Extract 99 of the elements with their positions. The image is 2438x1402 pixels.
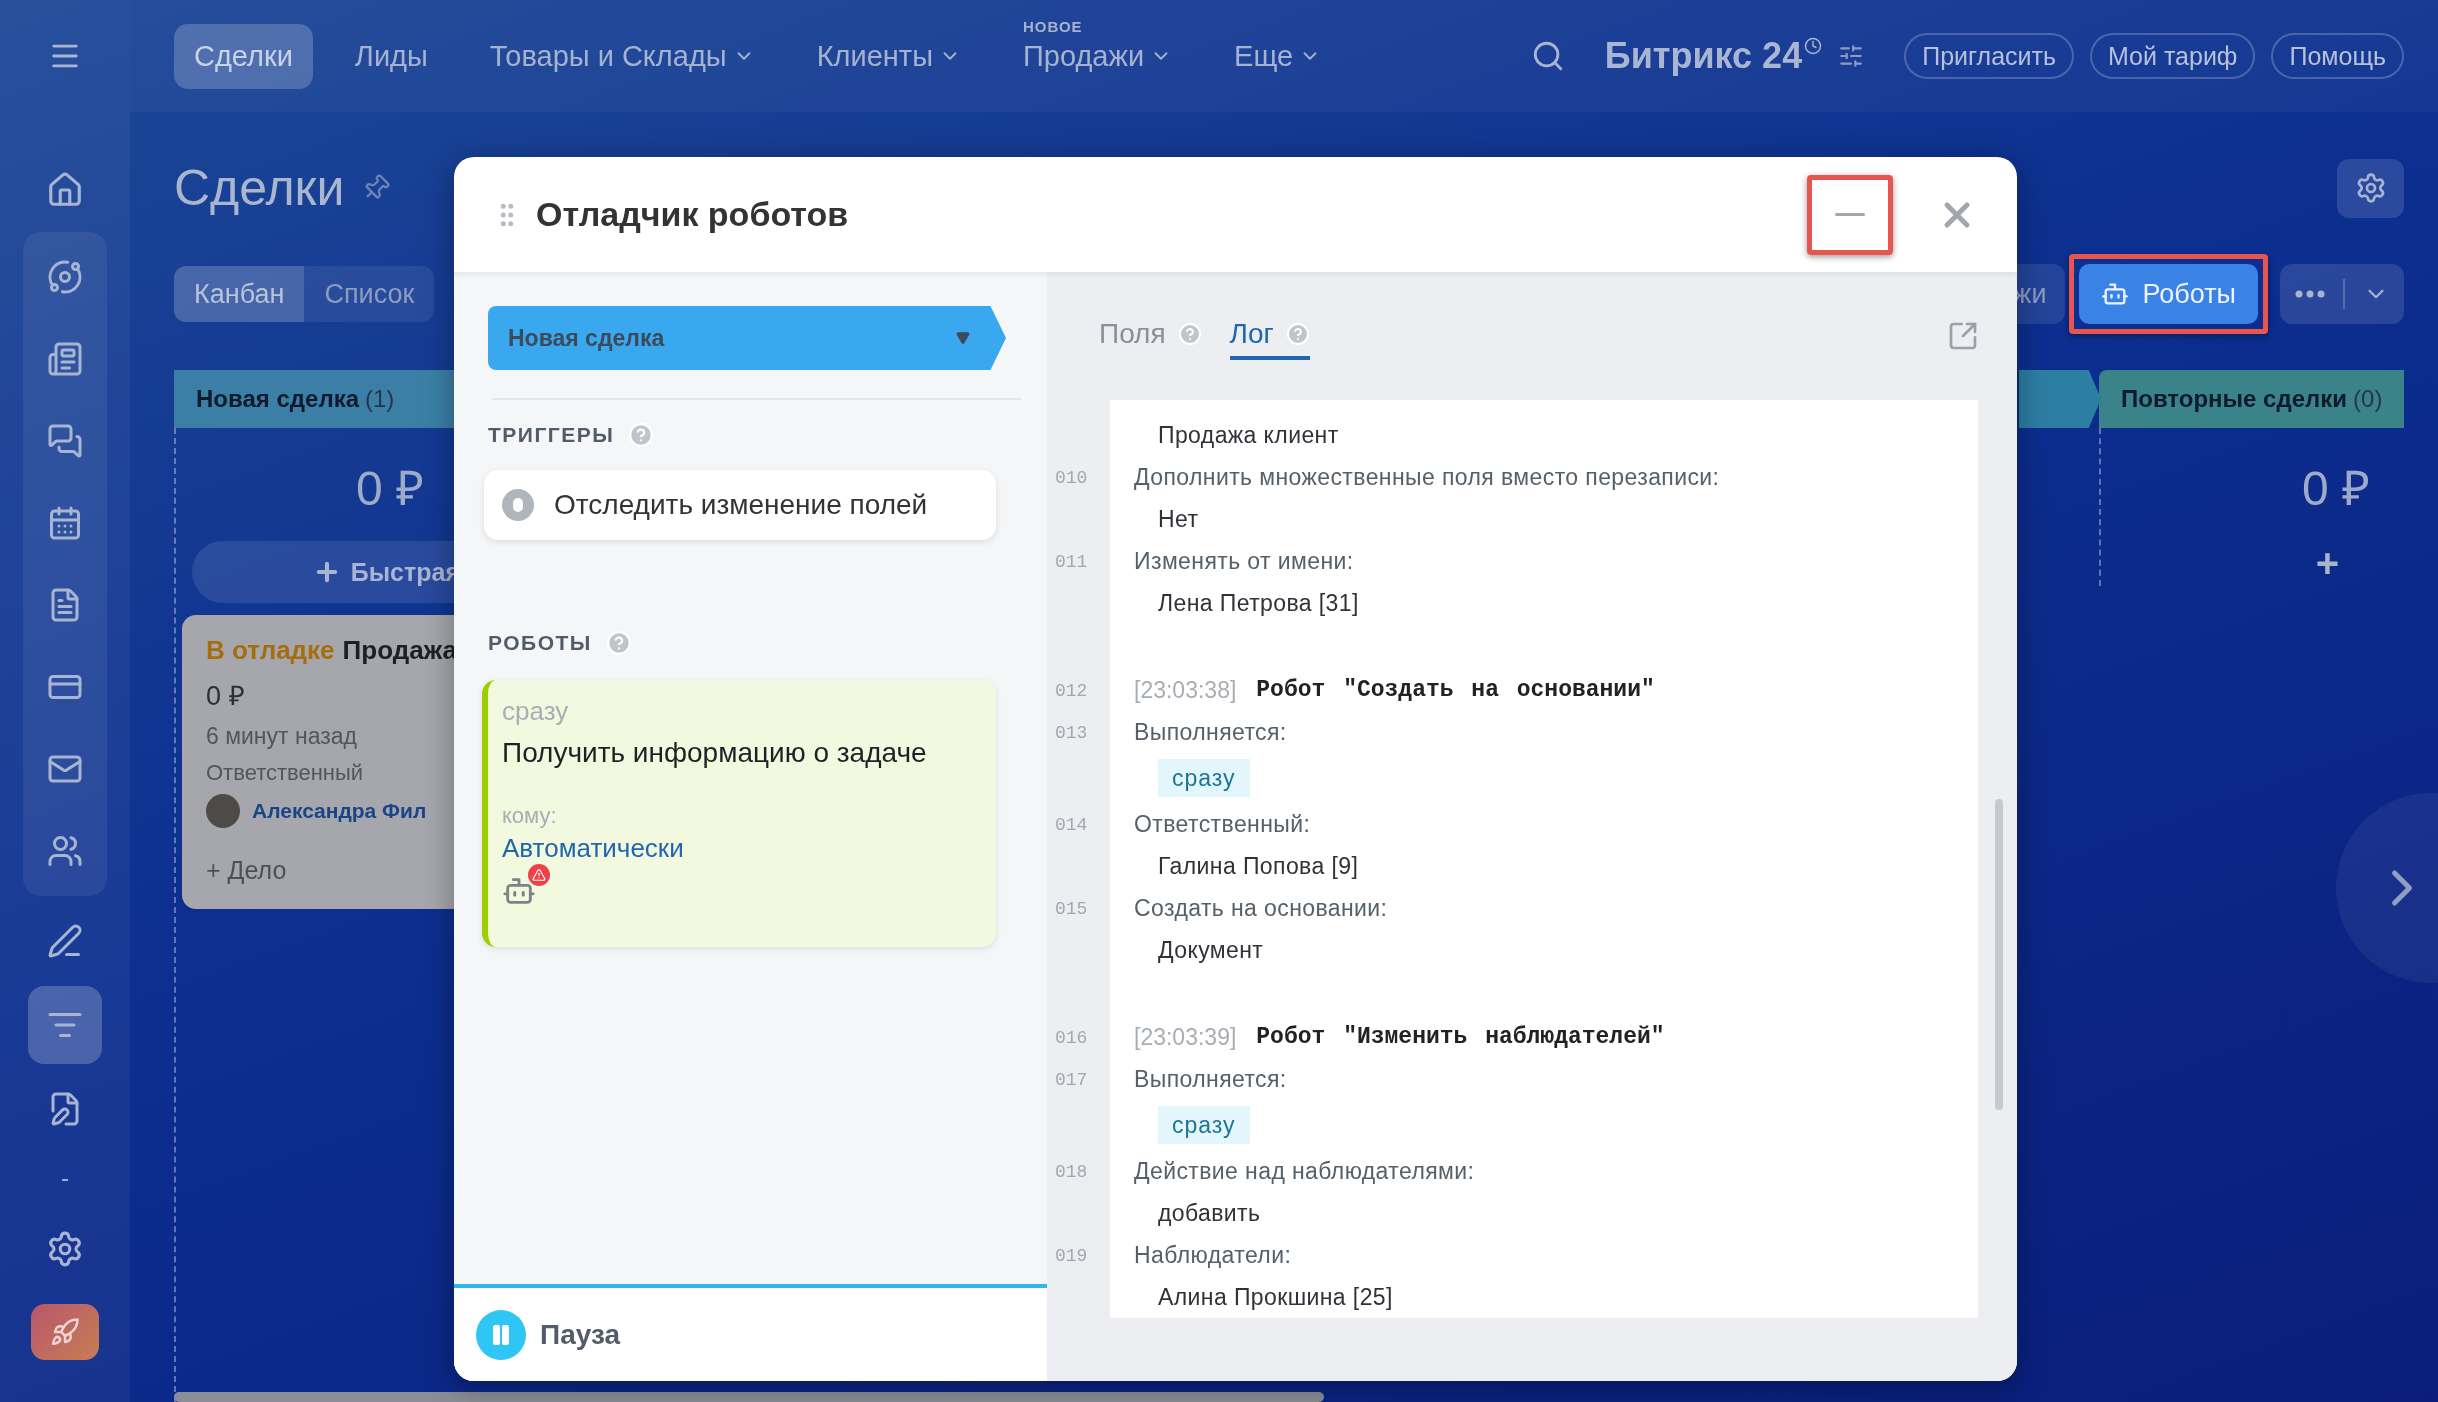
log-value: Галина Попова [9] [1158,852,1359,881]
settings-icon [46,1230,84,1268]
help-icon [1177,322,1202,346]
minus-icon [1835,213,1865,216]
add-activity-button[interactable]: + Дело [206,856,464,885]
nav-tab[interactable]: Сделки [174,23,313,89]
line-number: 018 [1054,1161,1089,1184]
stage-select[interactable]: Новая сделка [488,306,1006,370]
section-label: РОБОТЫ [488,631,592,655]
lock-icon [502,489,534,521]
header-button[interactable]: Мой тариф [2090,33,2256,79]
log-value: Алина Прокшина [25] [1158,1283,1393,1312]
responsible-label: Ответственный [206,760,365,786]
nav-tab[interactable]: Еще [1214,23,1342,89]
robot-timing: сразу [502,696,570,727]
header-button[interactable]: Пригласить [1904,33,2074,79]
nav-tab[interactable]: Товары и Склады [469,23,775,89]
page-title: Сделки [174,159,345,217]
pen-icon [47,923,83,959]
newspaper-icon [47,341,83,377]
pause-label: Пауза [540,1318,621,1351]
line-number: 016 [1054,1027,1089,1050]
help-icon [1285,322,1310,346]
sliders-icon[interactable] [1838,43,1865,69]
log-timestamp: [23:03:38] [1134,676,1237,705]
more-button[interactable] [2280,264,2404,324]
trigger-card[interactable]: Отследить изменение полей [484,470,996,540]
line-number: 015 [1054,898,1089,921]
recipient-label: кому: [502,803,558,829]
panel-tab[interactable]: Лог [1229,312,1310,360]
column-count: (0) [2353,385,2383,413]
deal-title: Продажа [342,635,457,666]
timing-tag: сразу [1158,759,1250,797]
separator-dash: - [61,1163,69,1193]
line-number: 012 [1054,680,1089,703]
robot-title: Получить информацию о задаче [502,737,928,769]
log-field-label: Наблюдатели: [1134,1241,1292,1270]
scrollbar[interactable] [1995,799,2003,1110]
nav-tab[interactable]: Лиды [334,23,448,89]
sidebar-button[interactable] [28,986,102,1064]
open-external-icon [1947,320,1979,352]
log-robot-title: Робот "Изменить наблюдателей" [1256,1023,1665,1052]
calendar-icon [47,505,83,541]
deal-amount: 0 ₽ [206,680,246,713]
line-number: 017 [1054,1069,1089,1092]
home-icon [46,171,84,209]
view-tab[interactable]: Список [304,266,435,322]
log-value: Продажа клиент [1158,421,1339,450]
log-robot-title: Робот "Создать на основании" [1256,676,1655,705]
people-icon [47,833,83,869]
pause-button[interactable] [476,1309,526,1360]
line-number: 010 [1054,467,1089,490]
line-number: 014 [1054,814,1089,837]
log-value: добавить [1158,1199,1261,1228]
more-icon [2295,290,2325,298]
dropdown-arrow-icon [956,331,970,345]
log-value: Лена Петрова [31] [1158,589,1359,618]
line-number: 011 [1054,551,1089,574]
header-button[interactable]: Помощь [2271,33,2404,79]
brand-logo: Битрикс 24 [1604,35,1803,77]
rocket-button[interactable] [31,1304,99,1360]
log-value: Нет [1158,505,1199,534]
log-field-label: Выполняется: [1134,718,1287,747]
view-tab[interactable]: Канбан [174,266,305,322]
section-label: ТРИГГЕРЫ [488,423,615,447]
clock-icon [1804,37,1823,55]
timing-tag: сразу [1158,1106,1250,1144]
log-field-label: Ответственный: [1134,810,1311,839]
log-field-label: Изменять от имени: [1134,547,1354,576]
column-total: 0 ₽ [2301,461,2370,517]
avatar [206,794,240,828]
open-external-button[interactable] [1947,320,1979,352]
robot-card[interactable]: сразу Получить информацию о задаче кому: Автоматически [482,680,996,947]
robots-button[interactable]: Роботы [2078,264,2258,324]
nav-tab[interactable]: Клиенты [796,23,981,89]
log-value: Документ [1158,936,1264,965]
panel-tab[interactable]: Поля [1099,312,1202,360]
add-button[interactable]: + [2315,541,2340,586]
log-field-label: Создать на основании: [1134,894,1388,923]
deal-time: 6 минут назад [206,723,358,750]
settings-button[interactable] [2337,158,2404,218]
dialog-title: Отладчик роботов [536,195,849,234]
responsible-link[interactable]: Александра Фил [252,799,427,823]
rocket-icon [50,1317,80,1347]
line-number: 013 [1054,722,1089,745]
column-total: 0 ₽ [355,461,424,517]
column-title: Новая сделка [196,385,359,413]
log-field-label: Выполняется: [1134,1065,1287,1094]
line-number: 019 [1054,1245,1089,1268]
chat-icon [47,423,83,459]
log-timestamp: [23:03:39] [1134,1023,1237,1052]
column-count: (1) [365,385,395,413]
recipient-link[interactable]: Автоматически [502,833,684,864]
orbit-icon [47,259,83,295]
debug-status: В отладке [206,635,335,666]
column-title: Повторные сделки [2121,385,2348,413]
scrollbar[interactable] [174,1392,1324,1402]
log-field-label: Действие над наблюдателями: [1134,1157,1475,1186]
log-field-label: Дополнить множественные поля вместо перезаписи: [1134,463,1720,492]
